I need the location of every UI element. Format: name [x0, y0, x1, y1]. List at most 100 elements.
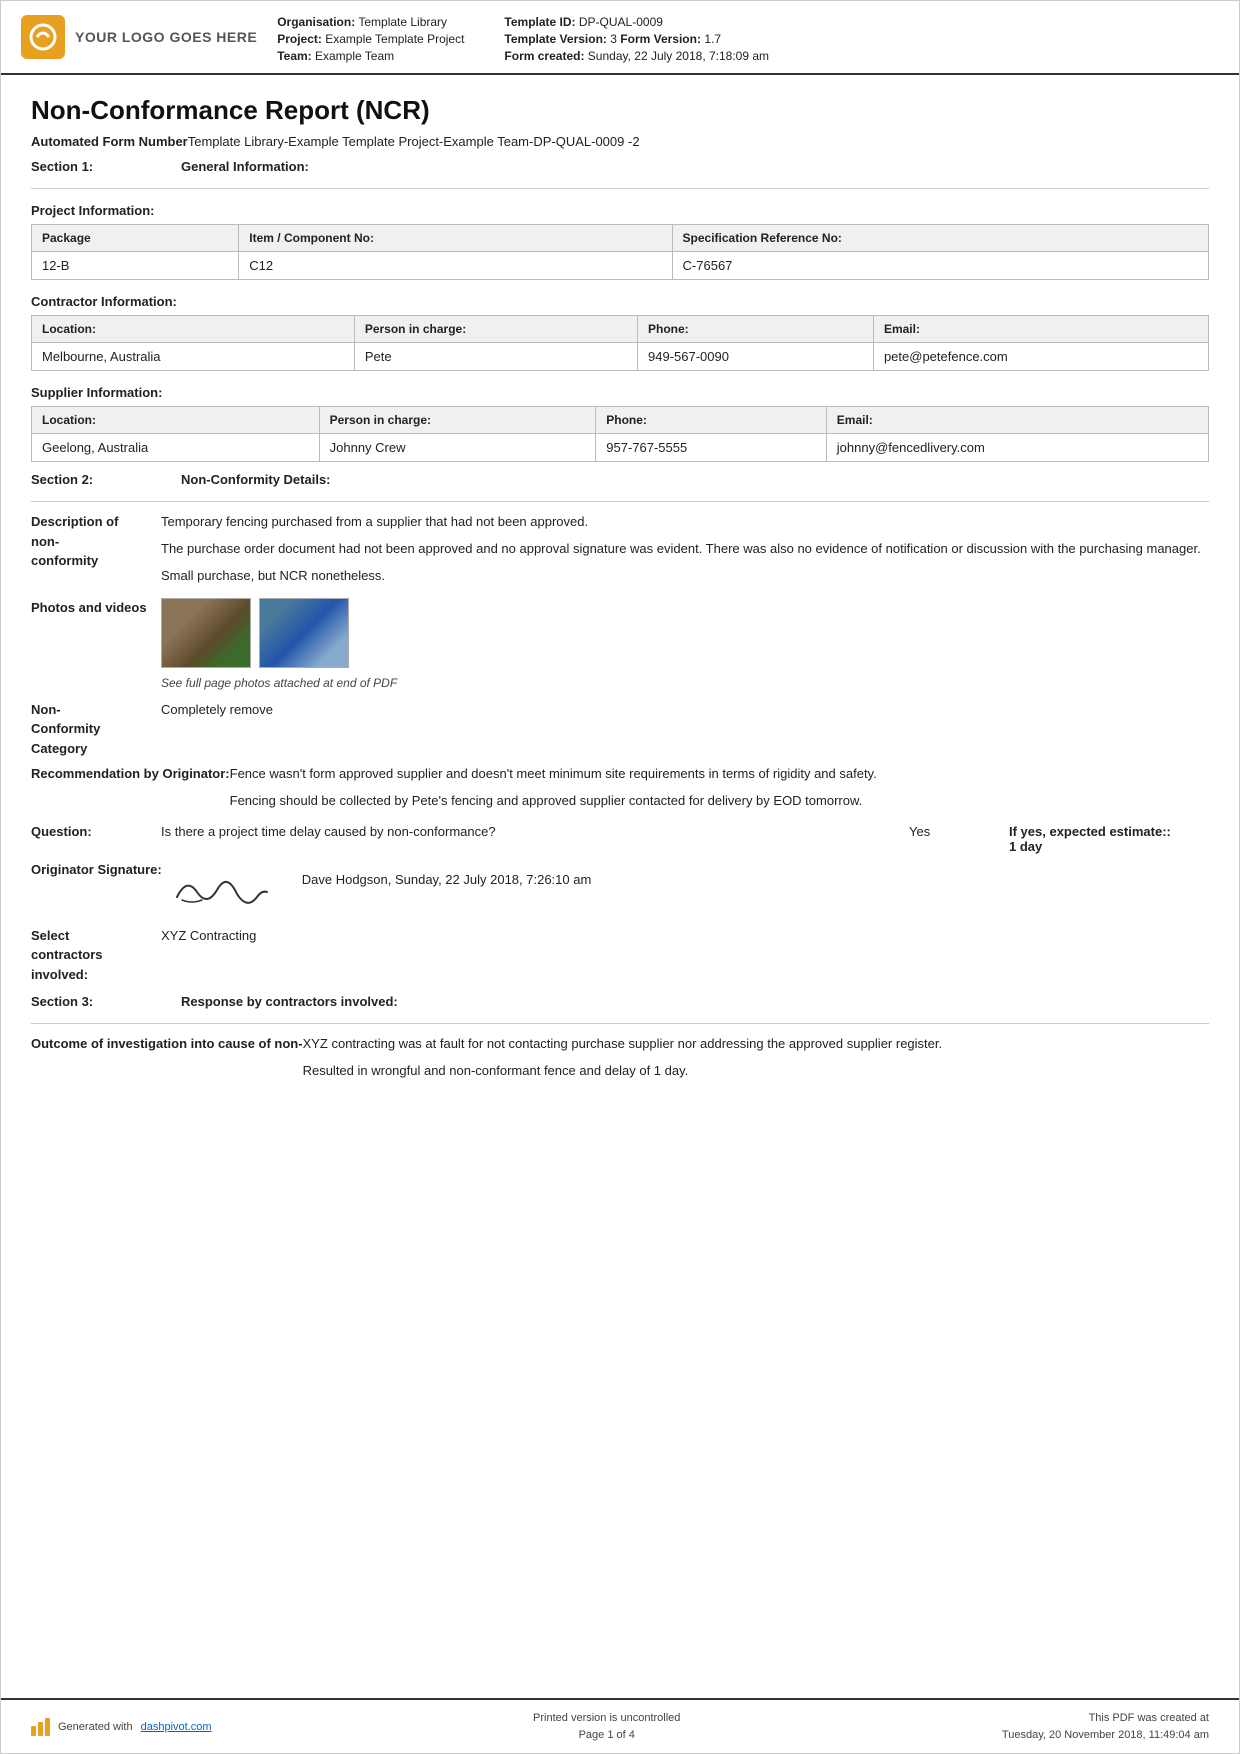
spec-ref-value: C-76567 [672, 252, 1208, 280]
project-value: Example Template Project [325, 32, 464, 46]
form-number-label: Automated Form Number [31, 134, 188, 149]
project-row: Project: Example Template Project [277, 32, 464, 46]
project-info-table: Package Item / Component No: Specificati… [31, 224, 1209, 280]
org-value: Template Library [358, 15, 447, 29]
section3-label: Section 3: [31, 994, 161, 1009]
supplier-phone: 957-767-5555 [596, 434, 827, 462]
outcome-label: Outcome of investigation into cause of n… [31, 1034, 303, 1054]
form-number-value: Template Library-Example Template Projec… [188, 134, 640, 149]
description-label: Description ofnon-conformity [31, 512, 161, 571]
outcome-value: XYZ contracting was at fault for not con… [303, 1034, 1209, 1088]
template-version-value: 3 [610, 32, 617, 46]
project-table-row: 12-B C12 C-76567 [32, 252, 1209, 280]
project-table-header-row: Package Item / Component No: Specificati… [32, 225, 1209, 252]
desc-p1: Temporary fencing purchased from a suppl… [161, 512, 1209, 533]
outcome-p1: XYZ contracting was at fault for not con… [303, 1034, 1209, 1055]
rec-p1: Fence wasn't form approved supplier and … [230, 764, 1209, 785]
org-row: Organisation: Template Library [277, 15, 464, 29]
page-header: YOUR LOGO GOES HERE Organisation: Templa… [1, 1, 1239, 75]
form-created-row: Form created: Sunday, 22 July 2018, 7:18… [504, 49, 804, 63]
estimate-value: 1 day [1009, 839, 1042, 854]
section1-title: General Information: [181, 159, 309, 174]
question-estimate: If yes, expected estimate:: 1 day [1009, 824, 1209, 854]
footer-center-line1: Printed version is uncontrolled [533, 1710, 680, 1727]
photos-label: Photos and videos [31, 598, 161, 618]
supplier-location: Geelong, Australia [32, 434, 320, 462]
supplier-data-row: Geelong, Australia Johnny Crew 957-767-5… [32, 434, 1209, 462]
question-answer: Yes [909, 824, 969, 839]
photo-thumbnail-2 [259, 598, 349, 668]
supplier-header-row: Location: Person in charge: Phone: Email… [32, 407, 1209, 434]
org-label: Organisation: [277, 15, 355, 29]
footer-bar-2 [38, 1722, 43, 1736]
footer-left: Generated with dashpivot.com [31, 1718, 212, 1736]
signature-row: Originator Signature: Dave Hodgson, Sund… [31, 860, 1209, 920]
contractor-data-row: Melbourne, Australia Pete 949-567-0090 p… [32, 343, 1209, 371]
photo-caption: See full page photos attached at end of … [161, 674, 1209, 693]
section3-title: Response by contractors involved: [181, 994, 398, 1009]
team-label: Team: [277, 49, 311, 63]
form-created-label: Form created: [504, 49, 584, 63]
form-created-value: Sunday, 22 July 2018, 7:18:09 am [588, 49, 769, 63]
supplier-info-table: Location: Person in charge: Phone: Email… [31, 406, 1209, 462]
recommendation-label: Recommendation by Originator: [31, 764, 230, 784]
photo-container [161, 598, 1209, 668]
col-item-no: Item / Component No: [239, 225, 672, 252]
contractors-value: XYZ Contracting [161, 926, 1209, 947]
col-spec-ref: Specification Reference No: [672, 225, 1208, 252]
supplier-person: Johnny Crew [319, 434, 596, 462]
item-no-value: C12 [239, 252, 672, 280]
form-version-label: Form Version: [620, 32, 701, 46]
contractor-col-phone: Phone: [638, 316, 874, 343]
section2-label: Section 2: [31, 472, 161, 487]
footer-center-line2: Page 1 of 4 [533, 1727, 680, 1744]
contractor-person: Pete [354, 343, 637, 371]
contractor-col-location: Location: [32, 316, 355, 343]
outcome-row: Outcome of investigation into cause of n… [31, 1034, 1209, 1088]
template-id-label: Template ID: [504, 15, 575, 29]
version-row: Template Version: 3 Form Version: 1.7 [504, 32, 804, 46]
logo-text: YOUR LOGO GOES HERE [75, 29, 257, 45]
contractors-label: Selectcontractorsinvolved: [31, 926, 161, 985]
signature-svg [167, 862, 277, 917]
question-label: Question: [31, 824, 161, 854]
section1-label: Section 1: [31, 159, 161, 174]
footer-right-line1: This PDF was created at [1002, 1710, 1209, 1727]
photos-row: Photos and videos See full page photos a… [31, 598, 1209, 693]
desc-p3: Small purchase, but NCR nonetheless. [161, 566, 1209, 587]
question-text: Is there a project time delay caused by … [161, 824, 869, 839]
header-meta-right: Template ID: DP-QUAL-0009 Template Versi… [504, 15, 804, 63]
description-value: Temporary fencing purchased from a suppl… [161, 512, 1209, 592]
contractor-location: Melbourne, Australia [32, 343, 355, 371]
team-row: Team: Example Team [277, 49, 464, 63]
nonconformity-category-label: Non-ConformityCategory [31, 700, 161, 759]
footer-bar-3 [45, 1718, 50, 1736]
outcome-p2: Resulted in wrongful and non-conformant … [303, 1061, 1209, 1082]
footer-generated-text: Generated with [58, 1721, 133, 1733]
footer-link[interactable]: dashpivot.com [141, 1721, 212, 1733]
supplier-col-location: Location: [32, 407, 320, 434]
package-value: 12-B [32, 252, 239, 280]
section2-title: Non-Conformity Details: [181, 472, 331, 487]
nonconformity-category-value: Completely remove [161, 700, 1209, 721]
nonconformity-category-row: Non-ConformityCategory Completely remove [31, 700, 1209, 759]
footer-bar-1 [31, 1726, 36, 1736]
form-version-value: 1.7 [704, 32, 721, 46]
footer-center: Printed version is uncontrolled Page 1 o… [533, 1710, 680, 1743]
template-id-value: DP-QUAL-0009 [579, 15, 663, 29]
description-row: Description ofnon-conformity Temporary f… [31, 512, 1209, 592]
rec-p2: Fencing should be collected by Pete's fe… [230, 791, 1209, 812]
photo-thumbnail-1 [161, 598, 251, 668]
recommendation-value: Fence wasn't form approved supplier and … [230, 764, 1209, 818]
section1-header: Section 1: General Information: [31, 159, 1209, 174]
contractors-row: Selectcontractorsinvolved: XYZ Contracti… [31, 926, 1209, 985]
contractor-col-person: Person in charge: [354, 316, 637, 343]
main-content: Non-Conformance Report (NCR) Automated F… [1, 75, 1239, 1698]
document-title: Non-Conformance Report (NCR) [31, 95, 1209, 126]
header-meta-left: Organisation: Template Library Project: … [277, 15, 464, 63]
supplier-col-person: Person in charge: [319, 407, 596, 434]
page-footer: Generated with dashpivot.com Printed ver… [1, 1698, 1239, 1753]
logo-section: YOUR LOGO GOES HERE [21, 11, 257, 63]
recommendation-row: Recommendation by Originator: Fence wasn… [31, 764, 1209, 818]
signature-container: Dave Hodgson, Sunday, 22 July 2018, 7:26… [162, 860, 1209, 920]
